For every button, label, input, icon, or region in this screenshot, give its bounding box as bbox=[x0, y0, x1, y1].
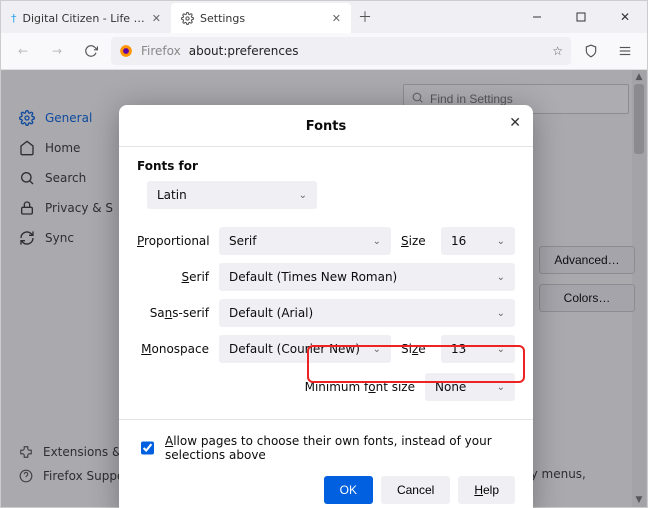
tab-title: Settings bbox=[200, 12, 245, 25]
back-button[interactable]: ← bbox=[9, 37, 37, 65]
language-select[interactable]: Latin ⌄ bbox=[147, 181, 317, 209]
sans-value: Default (Arial) bbox=[229, 306, 313, 320]
tab-title: Digital Citizen - Life in a digital bbox=[23, 12, 146, 25]
size-value: 13 bbox=[451, 342, 466, 356]
serif-select[interactable]: Default (Times New Roman) ⌄ bbox=[219, 263, 515, 291]
gear-icon bbox=[181, 12, 194, 25]
menu-button[interactable] bbox=[611, 37, 639, 65]
sans-label: Sans-serif bbox=[137, 306, 209, 320]
size-label: Size bbox=[401, 234, 431, 248]
fonts-for-label: Fonts for bbox=[137, 159, 515, 173]
chevron-down-icon: ⌄ bbox=[497, 272, 505, 283]
allow-pages-checkbox[interactable] bbox=[141, 441, 154, 455]
allow-pages-checkbox-row[interactable]: Allow pages to choose their own fonts, i… bbox=[137, 434, 515, 462]
mono-value: Default (Courier New) bbox=[229, 342, 360, 356]
reload-button[interactable] bbox=[77, 37, 105, 65]
minimize-button[interactable] bbox=[515, 1, 559, 33]
chevron-down-icon: ⌄ bbox=[497, 344, 505, 355]
titlebar: † Digital Citizen - Life in a digital ✕ … bbox=[1, 1, 647, 33]
mono-size-select[interactable]: 13 ⌄ bbox=[441, 335, 515, 363]
close-dialog-button[interactable]: ✕ bbox=[509, 115, 521, 131]
mono-select[interactable]: Default (Courier New) ⌄ bbox=[219, 335, 391, 363]
toolbar: ← → Firefox about:preferences ☆ bbox=[1, 33, 647, 70]
proportional-value: Serif bbox=[229, 234, 257, 248]
allow-pages-label: Allow pages to choose their own fonts, i… bbox=[165, 434, 515, 462]
close-icon[interactable]: ✕ bbox=[152, 12, 161, 25]
chevron-down-icon: ⌄ bbox=[497, 236, 505, 247]
shield-icon[interactable] bbox=[577, 37, 605, 65]
language-value: Latin bbox=[157, 188, 187, 202]
close-icon[interactable]: ✕ bbox=[332, 12, 341, 25]
proportional-size-select[interactable]: 16 ⌄ bbox=[441, 227, 515, 255]
close-window-button[interactable]: ✕ bbox=[603, 1, 647, 33]
sans-select[interactable]: Default (Arial) ⌄ bbox=[219, 299, 515, 327]
maximize-button[interactable] bbox=[559, 1, 603, 33]
proportional-select[interactable]: Serif ⌄ bbox=[219, 227, 391, 255]
chevron-down-icon: ⌄ bbox=[373, 344, 381, 355]
browser-tab-background[interactable]: † Digital Citizen - Life in a digital ✕ bbox=[1, 3, 171, 33]
minfont-value: None bbox=[435, 380, 466, 394]
size-label: Size bbox=[401, 342, 431, 356]
forward-button[interactable]: → bbox=[43, 37, 71, 65]
chevron-down-icon: ⌄ bbox=[373, 236, 381, 247]
tab-favicon: † bbox=[11, 12, 17, 25]
minfont-select[interactable]: None ⌄ bbox=[425, 373, 515, 401]
serif-label: Serif bbox=[137, 270, 209, 284]
address-url: about:preferences bbox=[189, 44, 299, 58]
browser-tab-active[interactable]: Settings ✕ bbox=[171, 3, 351, 33]
proportional-label: Proportional bbox=[137, 234, 209, 248]
firefox-icon bbox=[119, 44, 133, 58]
dialog-title: Fonts bbox=[137, 119, 515, 134]
minfont-label: Minimum font size bbox=[305, 380, 415, 394]
fonts-dialog: Fonts ✕ Fonts for Latin ⌄ Proportional S… bbox=[119, 105, 533, 508]
new-tab-button[interactable]: ＋ bbox=[351, 7, 379, 27]
mono-label: Monospace bbox=[137, 342, 209, 356]
ok-button[interactable]: OK bbox=[324, 476, 373, 504]
help-button[interactable]: Help bbox=[458, 476, 515, 504]
address-brand: Firefox bbox=[141, 44, 181, 58]
chevron-down-icon: ⌄ bbox=[299, 190, 307, 201]
chevron-down-icon: ⌄ bbox=[497, 382, 505, 393]
bookmark-icon[interactable]: ☆ bbox=[552, 44, 563, 58]
chevron-down-icon: ⌄ bbox=[497, 308, 505, 319]
serif-value: Default (Times New Roman) bbox=[229, 270, 397, 284]
address-bar[interactable]: Firefox about:preferences ☆ bbox=[111, 37, 571, 65]
cancel-button[interactable]: Cancel bbox=[381, 476, 450, 504]
size-value: 16 bbox=[451, 234, 466, 248]
